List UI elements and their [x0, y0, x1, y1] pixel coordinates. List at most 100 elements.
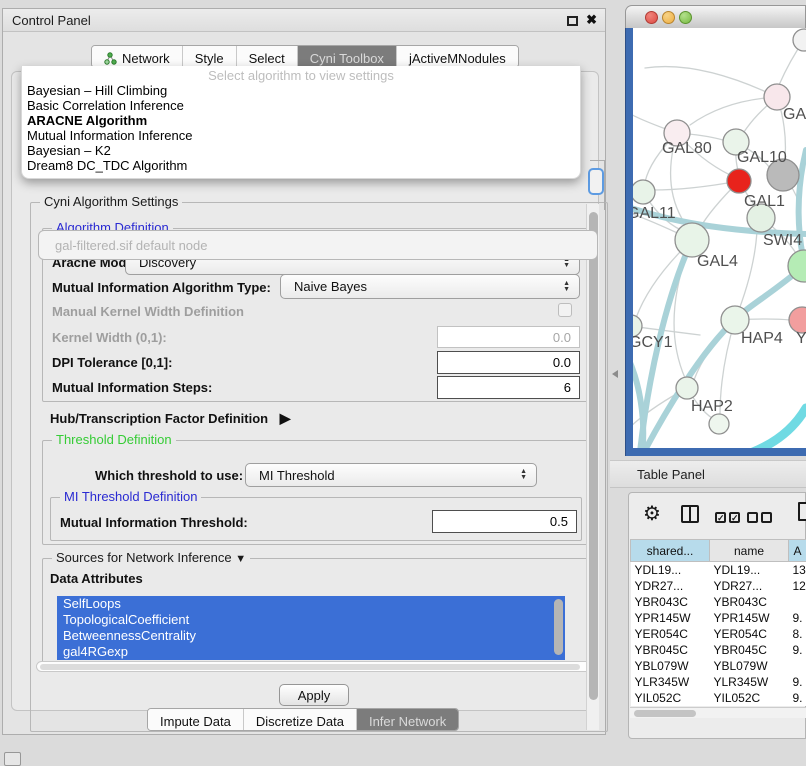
tab-network[interactable]: Network	[92, 46, 182, 67]
data-attribute-item[interactable]: BetweennessCentrality	[57, 628, 565, 644]
table-cell[interactable]: YDL19...	[710, 562, 789, 578]
network-node[interactable]	[727, 169, 751, 193]
hub-tf-definition-toggle[interactable]: Hub/Transcription Factor Definition ▶	[50, 410, 291, 427]
menu-item-bayesian-hill-climbing[interactable]: Bayesian – Hill Climbing	[22, 83, 580, 98]
tab-style[interactable]: Style	[182, 46, 236, 67]
column-chooser-icon[interactable]	[681, 505, 699, 528]
dock-panel-icon[interactable]	[4, 752, 21, 766]
table-cell[interactable]: 12	[789, 578, 806, 594]
menu-item-bayesian-k2[interactable]: Bayesian – K2	[22, 143, 580, 158]
new-table-icon[interactable]	[798, 502, 806, 521]
table-cell[interactable]: YBR045C	[710, 642, 789, 658]
column-header-partial[interactable]: A	[789, 540, 806, 562]
table-cell[interactable]: YLR345W	[631, 674, 710, 690]
table-cell[interactable]: 13	[789, 562, 806, 578]
table-cell[interactable]	[789, 658, 806, 674]
network-node[interactable]	[676, 377, 698, 399]
close-traffic-light[interactable]	[645, 11, 658, 24]
network-edge[interactable]	[742, 408, 806, 448]
table-cell[interactable]: YDR27...	[710, 578, 789, 594]
table-cell[interactable]	[789, 594, 806, 610]
tab-jactivemnodules[interactable]: jActiveMNodules	[396, 46, 518, 67]
table-row[interactable]: YDL19...YDL19...13	[631, 562, 806, 578]
table-row[interactable]: YER054CYER054C8.	[631, 626, 806, 642]
float-window-icon[interactable]	[567, 16, 578, 26]
menu-item-basic-correlation[interactable]: Basic Correlation Inference	[22, 98, 580, 113]
gear-icon[interactable]: ⚙	[643, 501, 661, 526]
list-scrollbar-thumb[interactable]	[554, 599, 563, 655]
minimize-traffic-light[interactable]	[662, 11, 675, 24]
table-cell[interactable]: 8.	[789, 626, 806, 642]
menu-item-aracne[interactable]: ARACNE Algorithm	[22, 113, 580, 128]
data-attribute-item[interactable]: SelfLoops	[57, 596, 565, 612]
table-cell[interactable]: YDR27...	[631, 578, 710, 594]
table-cell[interactable]: YBR045C	[631, 642, 710, 658]
table-hscrollbar-thumb[interactable]	[634, 710, 696, 717]
table-cell[interactable]: 9.	[789, 642, 806, 658]
table-row[interactable]: YBL079WYBL079W	[631, 658, 806, 674]
splitter-handle-icon[interactable]	[612, 370, 618, 378]
focused-spinner-fragment[interactable]	[588, 168, 604, 195]
apply-button[interactable]: Apply	[279, 684, 349, 706]
table-row[interactable]: YBR045CYBR045C9.	[631, 642, 806, 658]
data-attribute-item[interactable]: gal4RGexp	[57, 644, 565, 660]
tab-discretize-data[interactable]: Discretize Data	[243, 709, 356, 730]
network-selector-combobox[interactable]: gal-filtered.sif default node	[38, 230, 598, 260]
network-edge[interactable]	[633, 352, 643, 448]
column-header-name[interactable]: name	[710, 540, 789, 562]
table-cell[interactable]: YER054C	[710, 626, 789, 642]
network-window-titlebar[interactable]	[625, 5, 806, 28]
tab-infer-network[interactable]: Infer Network	[356, 709, 458, 730]
table-row[interactable]: YPR145WYPR145W9.	[631, 610, 806, 626]
mi-steps-field[interactable]: 6	[437, 376, 580, 399]
tab-select[interactable]: Select	[236, 46, 297, 67]
table-cell[interactable]: 9.	[789, 674, 806, 690]
table-cell[interactable]: YER054C	[631, 626, 710, 642]
table-row[interactable]: YLR345WYLR345W9.	[631, 674, 806, 690]
tab-impute-data[interactable]: Impute Data	[148, 709, 243, 730]
dpi-tolerance-field[interactable]: 0.0	[437, 351, 580, 374]
which-threshold-combobox[interactable]: MI Threshold ▲▼	[245, 463, 537, 487]
settings-hscrollbar[interactable]	[36, 661, 594, 672]
table-cell[interactable]: YBR043C	[631, 594, 710, 610]
network-node[interactable]	[675, 223, 709, 257]
mi-threshold-field[interactable]: 0.5	[432, 510, 577, 533]
network-node[interactable]	[633, 180, 655, 204]
clear-all-checkboxes-icon[interactable]	[747, 509, 775, 527]
table-cell[interactable]: YIL052C	[631, 690, 710, 706]
menu-item-mutual-information[interactable]: Mutual Information Inference	[22, 128, 580, 143]
tab-cyni-toolbox[interactable]: Cyni Toolbox	[297, 46, 396, 67]
network-node[interactable]	[709, 414, 729, 434]
table-cell[interactable]: YIL052C	[710, 690, 789, 706]
data-attribute-item[interactable]: TopologicalCoefficient	[57, 612, 565, 628]
vscrollbar-thumb[interactable]	[589, 212, 598, 700]
network-node[interactable]	[793, 29, 806, 51]
table-cell[interactable]: YDL19...	[631, 562, 710, 578]
network-edge[interactable]	[653, 181, 739, 190]
mi-type-combobox[interactable]: Naive Bayes ▲▼	[280, 274, 580, 299]
settings-vscrollbar[interactable]	[586, 204, 599, 730]
network-edge[interactable]	[645, 67, 777, 97]
sources-toggle[interactable]: Sources for Network Inference ▼	[52, 550, 250, 565]
table-cell[interactable]: YPR145W	[631, 610, 710, 626]
data-attributes-list[interactable]: SelfLoopsTopologicalCoefficientBetweenne…	[57, 596, 565, 660]
network-edge[interactable]	[690, 97, 777, 125]
table-cell[interactable]: YLR345W	[710, 674, 789, 690]
column-header-shared-name[interactable]: shared...	[631, 540, 710, 562]
table-hscrollbar[interactable]	[630, 707, 806, 718]
hscrollbar-thumb[interactable]	[40, 664, 580, 670]
kernel-width-field[interactable]: 0.0	[437, 326, 580, 348]
manual-kernel-checkbox[interactable]	[558, 303, 572, 317]
table-cell[interactable]: YPR145W	[710, 610, 789, 626]
table-row[interactable]: YIL052CYIL052C9.	[631, 690, 806, 706]
network-view-canvas[interactable]: GALGAL80GAL10GAL1GAL11SWI4GAL4GCY1HAP4YH…	[633, 28, 806, 448]
table-cell[interactable]: YBL079W	[631, 658, 710, 674]
table-row[interactable]: YDR27...YDR27...12	[631, 578, 806, 594]
table-cell[interactable]: YBL079W	[710, 658, 789, 674]
table-cell[interactable]: 9.	[789, 610, 806, 626]
select-all-checkboxes-icon[interactable]: ✓✓	[715, 509, 743, 527]
table-row[interactable]: YBR043CYBR043C	[631, 594, 806, 610]
table-cell[interactable]: YBR043C	[710, 594, 789, 610]
close-icon[interactable]: ✖	[586, 12, 597, 28]
table-cell[interactable]: 9.	[789, 690, 806, 706]
